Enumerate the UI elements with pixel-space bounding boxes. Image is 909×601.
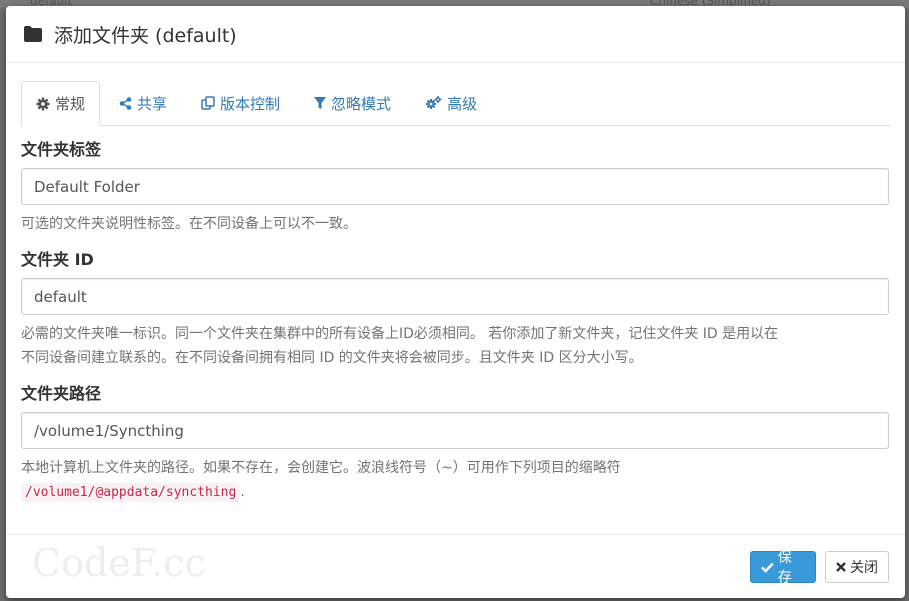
folder-id-help: 必需的文件夹唯一标识。同一个文件夹在集群中的所有设备上ID必须相同。 若你添加了… (21, 322, 890, 370)
folder-path-help-text: 本地计算机上文件夹的路径。如果不存在，会创建它。波浪线符号（~）可用作下列项目的… (21, 460, 621, 476)
folder-path-input[interactable] (21, 412, 889, 449)
folder-id-input[interactable] (21, 278, 889, 315)
tab-ignore-patterns[interactable]: 忽略模式 (299, 81, 406, 125)
share-icon (119, 96, 132, 110)
tab-label: 高级 (447, 94, 478, 113)
modal-title: 添加文件夹 (default) (54, 24, 237, 47)
modal-footer: CodeF.cc 保存 关闭 (6, 534, 905, 598)
add-folder-dialog: 添加文件夹 (default) 常规 共享 版本控制 忽略模式 高级 文件夹标签… (6, 6, 905, 598)
folder-id-help-line1: 必需的文件夹唯一标识。同一个文件夹在集群中的所有设备上ID必须相同。 若你添加了… (21, 326, 779, 342)
tab-versioning[interactable]: 版本控制 (186, 81, 295, 125)
tab-bar: 常规 共享 版本控制 忽略模式 高级 (21, 81, 890, 126)
tab-label: 版本控制 (220, 94, 281, 113)
close-icon (836, 562, 846, 572)
folder-path-help-end: . (240, 484, 245, 500)
folder-id-help-line2: 不同设备间建立联系的。在不同设备间拥有相同 ID 的文件夹将会被同步。且文件夹 … (21, 350, 643, 366)
tab-label: 常规 (55, 95, 86, 113)
save-button-label: 保存 (777, 550, 792, 586)
folder-path-code: /volume1/@appdata/syncthing (21, 483, 241, 502)
close-button-label: 关闭 (850, 560, 878, 576)
folder-id-title: 文件夹 ID (21, 250, 94, 269)
copy-icon (201, 96, 215, 110)
close-button[interactable]: 关闭 (825, 551, 889, 583)
check-icon (761, 562, 774, 573)
tab-label: 共享 (137, 94, 168, 113)
tab-label: 忽略模式 (331, 94, 392, 113)
folder-icon (24, 26, 42, 42)
folder-path-help: 本地计算机上文件夹的路径。如果不存在，会创建它。波浪线符号（~）可用作下列项目的… (21, 456, 890, 505)
filter-icon (314, 96, 327, 109)
folder-label-input[interactable] (21, 168, 889, 205)
tab-advanced[interactable]: 高级 (410, 81, 492, 125)
modal-body: 常规 共享 版本控制 忽略模式 高级 文件夹标签 Default Folder … (6, 63, 905, 505)
folder-label-help: 可选的文件夹说明性标签。在不同设备上可以不一致。 (21, 216, 357, 232)
tab-general[interactable]: 常规 (21, 81, 101, 126)
watermark: CodeF.cc (32, 541, 206, 585)
folder-label-group: 文件夹标签 可选的文件夹说明性标签。在不同设备上可以不一致。 (21, 136, 890, 236)
cogs-icon (426, 96, 442, 109)
folder-path-group: 文件夹路径 本地计算机上文件夹的路径。如果不存在，会创建它。波浪线符号（~）可用… (21, 380, 890, 505)
tab-sharing[interactable]: 共享 (104, 81, 182, 125)
folder-id-group: 文件夹 ID 必需的文件夹唯一标识。同一个文件夹在集群中的所有设备上ID必须相同… (21, 246, 890, 370)
cog-icon (36, 97, 50, 110)
modal-header: 添加文件夹 (default) (6, 6, 905, 63)
folder-path-title: 文件夹路径 (21, 384, 102, 403)
save-button[interactable]: 保存 (750, 550, 816, 586)
folder-label-title: 文件夹标签 (21, 140, 102, 159)
